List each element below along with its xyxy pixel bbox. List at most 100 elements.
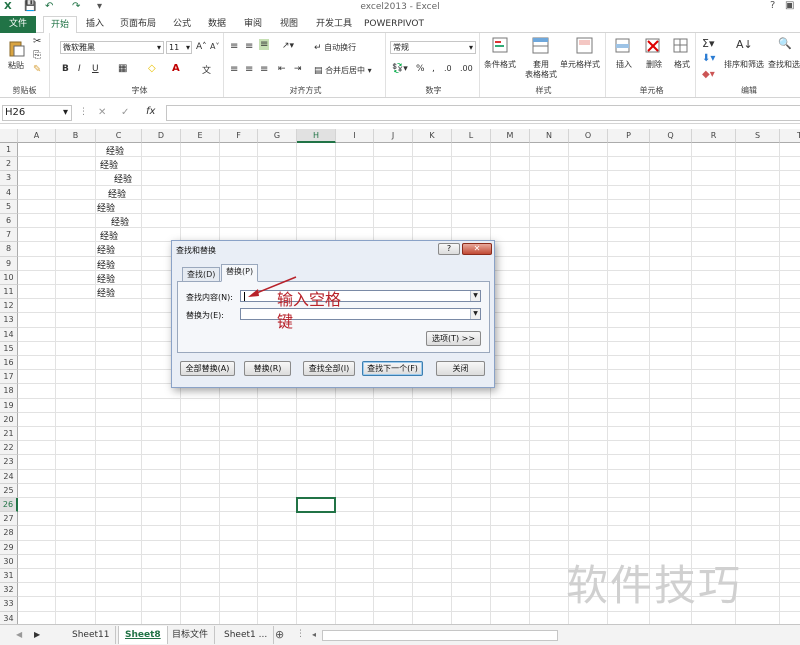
row-header[interactable]: 34 [0, 611, 18, 624]
align-center-icon[interactable]: ≡ [245, 64, 253, 75]
row-header[interactable]: 26 [0, 498, 18, 513]
row-header[interactable]: 23 [0, 455, 18, 470]
row-header[interactable]: 25 [0, 483, 18, 498]
column-header[interactable]: Q [650, 129, 692, 143]
cell-c7[interactable]: 经验 [100, 229, 118, 242]
row-header[interactable]: 7 [0, 228, 18, 243]
row-header[interactable]: 5 [0, 199, 18, 214]
row-header[interactable]: 32 [0, 583, 18, 598]
tab-6[interactable]: 审阅 [236, 16, 270, 33]
align-bottom-icon[interactable]: ≡ [259, 39, 270, 50]
format-as-table-icon[interactable] [532, 37, 550, 55]
cancel-icon[interactable]: ✕ [98, 107, 106, 118]
row-header[interactable]: 28 [0, 526, 18, 541]
tab-8[interactable]: 开发工具 [308, 16, 360, 33]
copy-icon[interactable]: ⎘ [33, 50, 41, 61]
row-header[interactable]: 20 [0, 412, 18, 427]
format-cells-icon[interactable] [672, 37, 690, 55]
font-color-icon[interactable]: A [172, 63, 180, 74]
scroll-right-icon[interactable]: ▶ [34, 630, 40, 639]
column-header[interactable]: O [569, 129, 608, 143]
row-header[interactable]: 9 [0, 256, 18, 271]
align-top-icon[interactable]: ≡ [230, 41, 238, 52]
cell-styles-icon[interactable] [576, 37, 594, 55]
cell-c3[interactable]: 经验 [114, 172, 132, 185]
horizontal-scrollbar[interactable] [322, 630, 558, 641]
column-header[interactable]: R [692, 129, 736, 143]
align-left-icon[interactable]: ≡ [230, 64, 238, 75]
tab-9[interactable]: POWERPIVOT [362, 16, 426, 33]
row-header[interactable]: 1 [0, 143, 18, 158]
align-middle-icon[interactable]: ≡ [245, 41, 253, 52]
find-select-button[interactable]: 查找和选 [768, 59, 800, 70]
row-header[interactable]: 15 [0, 341, 18, 356]
row-header[interactable]: 24 [0, 469, 18, 484]
format-cells-button[interactable]: 格式 [674, 59, 690, 70]
cut-icon[interactable]: ✂ [33, 36, 41, 47]
merge-center-button[interactable]: ▤ 合并后居中 ▾ [314, 65, 372, 76]
autosum-icon[interactable]: Σ▾ [702, 37, 714, 50]
row-header[interactable]: 19 [0, 398, 18, 413]
border-icon[interactable]: ▦ [118, 63, 127, 74]
column-header[interactable]: E [181, 129, 220, 143]
row-header[interactable]: 3 [0, 171, 18, 186]
paste-icon[interactable] [8, 39, 26, 57]
row-header[interactable]: 30 [0, 554, 18, 569]
increase-decimal-icon[interactable]: .0 [444, 64, 452, 73]
replace-all-button[interactable]: 全部替换(A) [180, 361, 235, 376]
tab-find[interactable]: 查找(D) [182, 267, 221, 282]
row-header[interactable]: 16 [0, 356, 18, 371]
row-header[interactable]: 14 [0, 327, 18, 342]
row-header[interactable]: 18 [0, 384, 18, 399]
cell-c1[interactable]: 经验 [106, 144, 124, 157]
cell-c8[interactable]: 经验 [97, 243, 115, 256]
cell-styles-button[interactable]: 单元格样式 [560, 59, 600, 70]
formula-input[interactable] [166, 105, 800, 121]
sheet-tab[interactable]: Sheet11 [66, 626, 117, 644]
row-header[interactable]: 21 [0, 427, 18, 442]
align-right-icon[interactable]: ≡ [260, 64, 268, 75]
phonetic-icon[interactable]: 文 [202, 63, 211, 76]
column-header[interactable]: A [18, 129, 56, 143]
help-icon[interactable]: ? [770, 0, 775, 11]
column-header[interactable]: K [413, 129, 452, 143]
sheet-tab[interactable]: 目标文件 [166, 626, 216, 644]
row-header[interactable]: 4 [0, 185, 18, 200]
row-header[interactable]: 17 [0, 370, 18, 385]
row-header[interactable]: 33 [0, 597, 18, 612]
decrease-font-icon[interactable]: A˅ [210, 42, 219, 51]
bold-icon[interactable]: B [62, 64, 69, 74]
column-header[interactable]: N [530, 129, 569, 143]
decrease-indent-icon[interactable]: ⇤ [278, 64, 286, 74]
accounting-format-icon[interactable]: 💱▾ [392, 64, 408, 74]
new-sheet-icon[interactable]: ⊕ [275, 628, 284, 641]
wrap-text-button[interactable]: ↵ 自动换行 [314, 42, 356, 53]
tab-5[interactable]: 数据 [200, 16, 234, 33]
tab-3[interactable]: 页面布局 [113, 16, 163, 33]
tab-7[interactable]: 视图 [272, 16, 306, 33]
name-box[interactable]: H26 ▾ [2, 105, 72, 121]
font-size-select[interactable]: 11 ▾ [166, 41, 192, 54]
column-header[interactable]: B [56, 129, 96, 143]
tab-2[interactable]: 插入 [80, 16, 110, 33]
cell-c10[interactable]: 经验 [97, 272, 115, 285]
insert-function-button[interactable]: fx [146, 106, 155, 117]
column-header[interactable]: L [452, 129, 491, 143]
cell-c6[interactable]: 经验 [111, 215, 129, 228]
row-header[interactable]: 10 [0, 270, 18, 285]
fill-color-icon[interactable]: ◇ [148, 63, 156, 74]
tab-bar-splitter[interactable]: ⋮ [296, 629, 305, 639]
row-header[interactable]: 6 [0, 214, 18, 229]
column-header[interactable]: S [736, 129, 780, 143]
percent-icon[interactable]: % [416, 64, 425, 74]
row-header[interactable]: 29 [0, 540, 18, 555]
row-header[interactable]: 31 [0, 569, 18, 584]
fill-icon[interactable]: ⬇▾ [702, 53, 715, 64]
conditional-format-icon[interactable] [492, 37, 510, 55]
enter-icon[interactable]: ✓ [121, 107, 129, 118]
delete-cells-button[interactable]: 删除 [646, 59, 662, 70]
decrease-decimal-icon[interactable]: .00 [460, 64, 473, 73]
tab-1[interactable]: 开始 [43, 16, 77, 34]
column-header[interactable]: F [220, 129, 258, 143]
find-select-icon[interactable]: 🔍 [778, 37, 792, 50]
